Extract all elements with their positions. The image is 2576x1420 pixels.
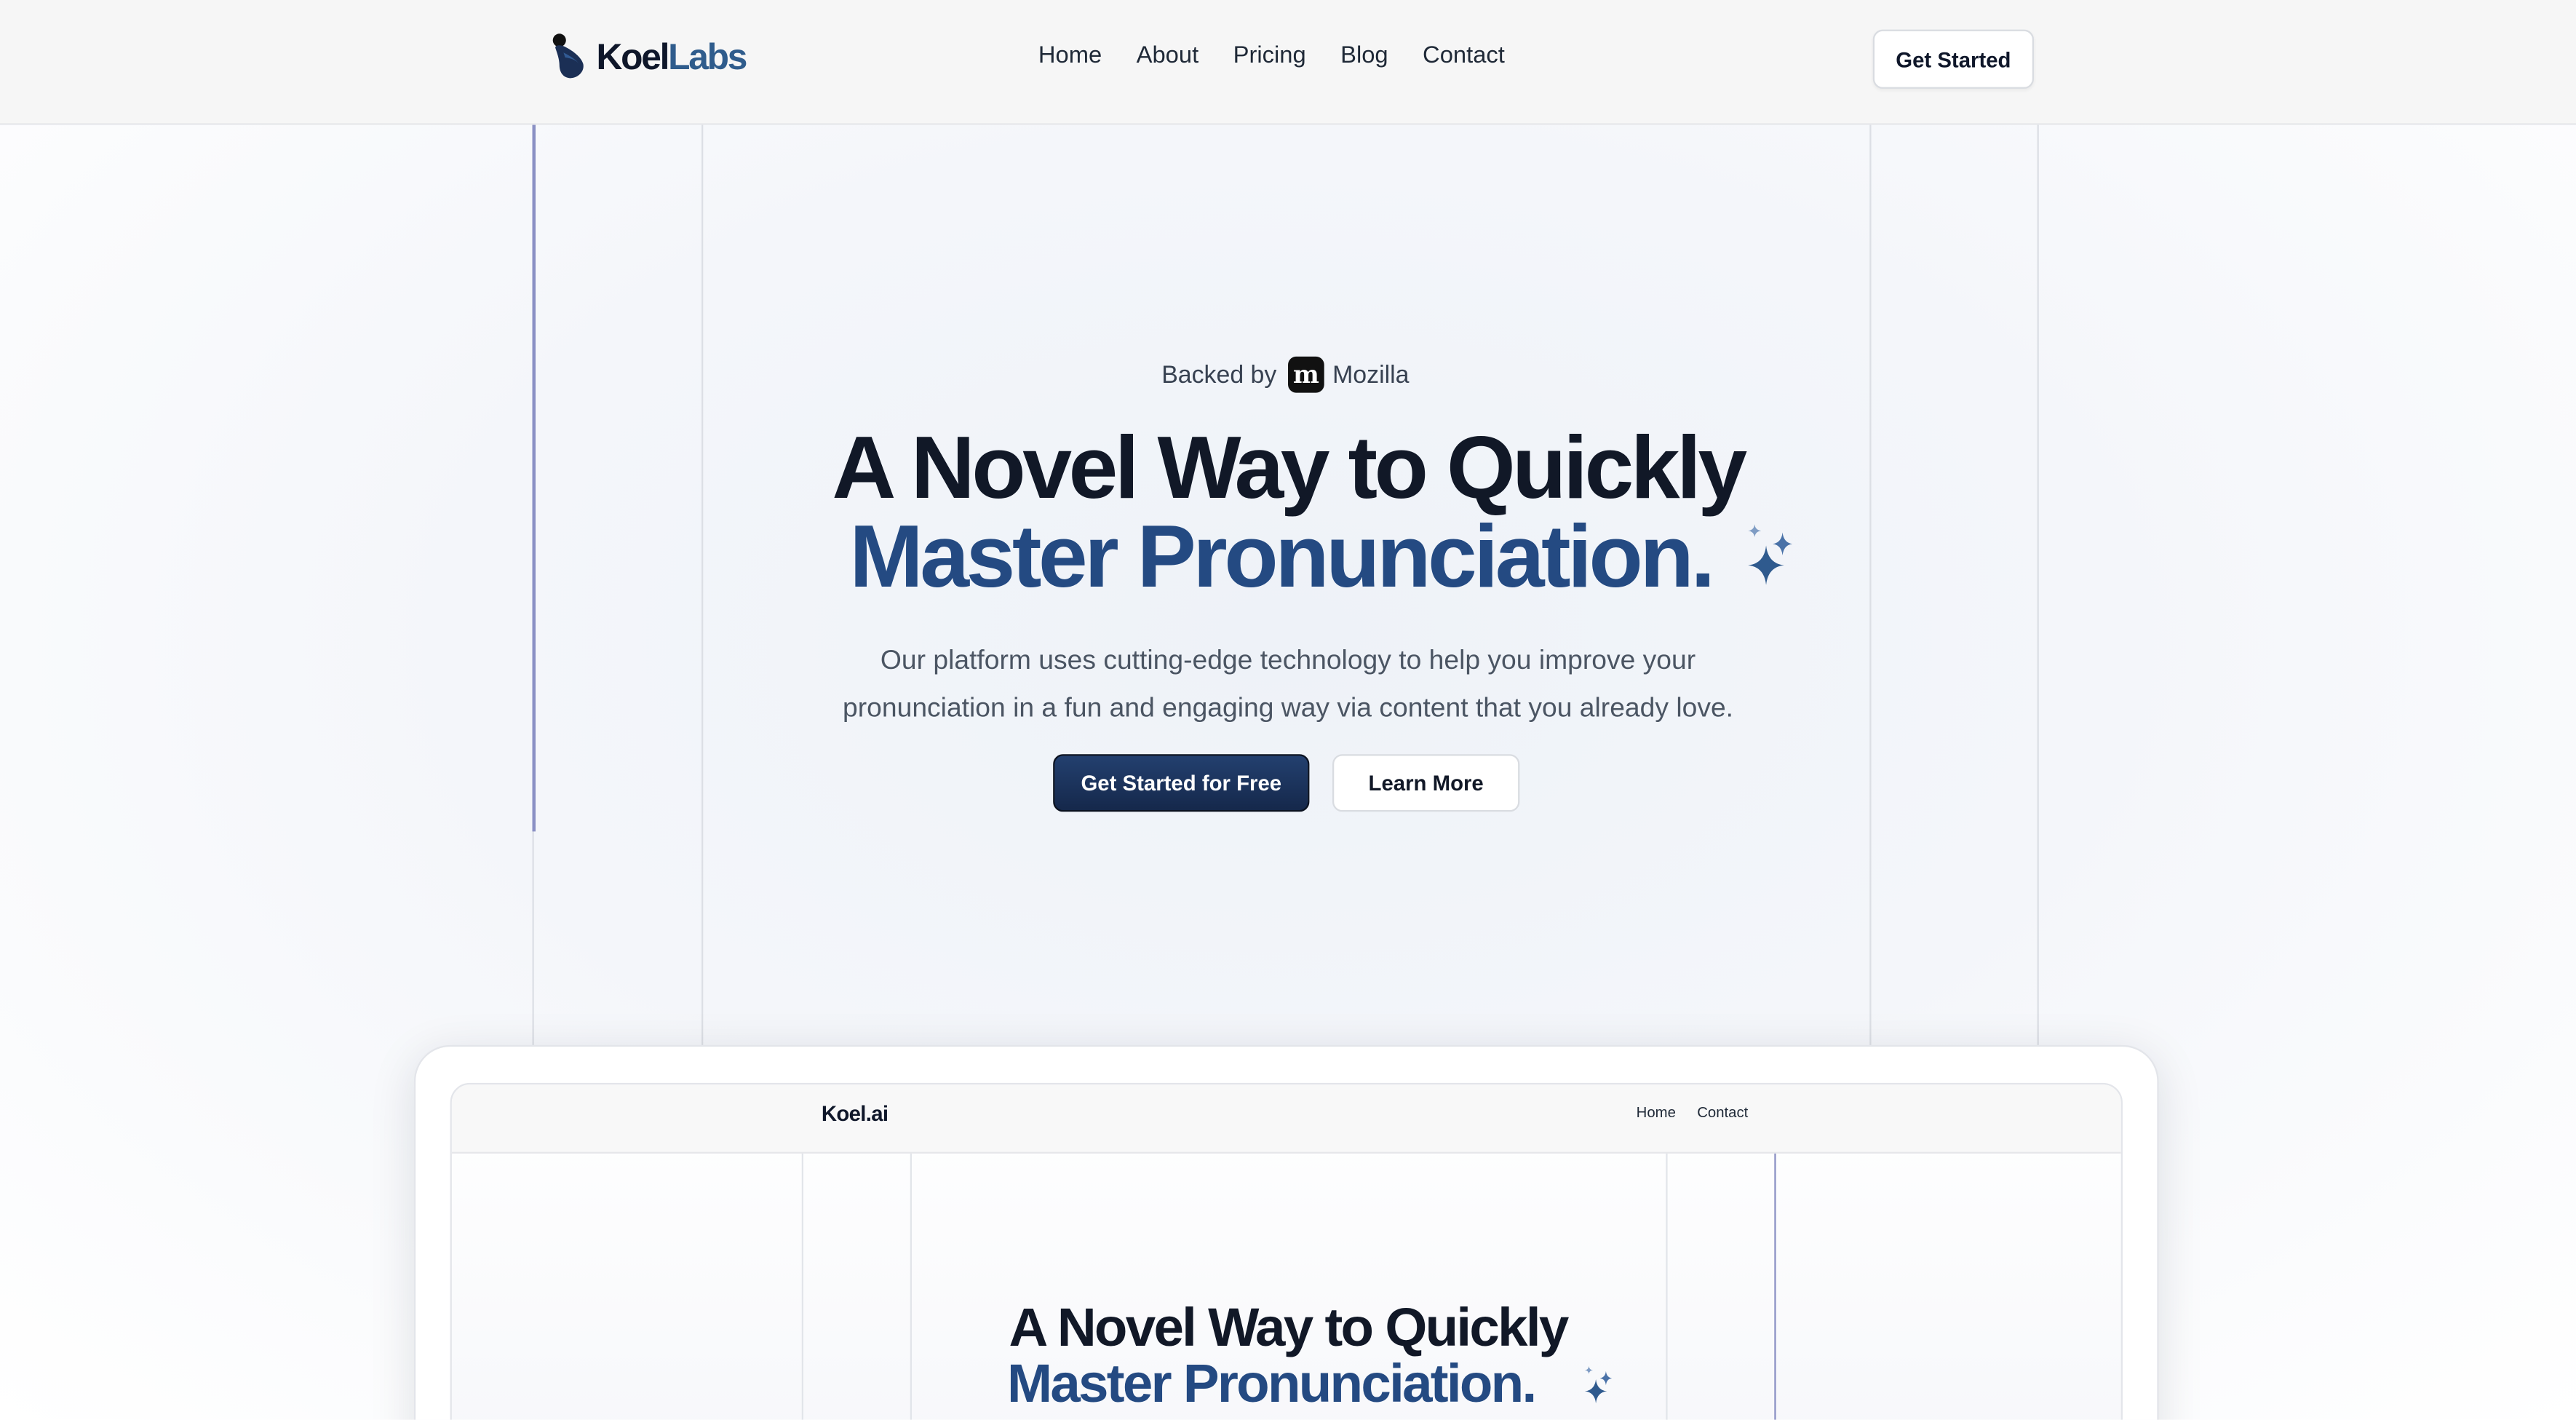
nav-link-about[interactable]: About (1137, 43, 1199, 69)
preview-navbar: Koel.ai Home Contact (451, 1084, 2121, 1154)
grid-line (701, 124, 704, 1045)
preview-brand: Koel.ai (821, 1100, 889, 1126)
nav-link-pricing[interactable]: Pricing (1233, 43, 1306, 69)
preview-nav-home: Home (1636, 1104, 1676, 1121)
preview-nav: Home Contact (1637, 1104, 1749, 1121)
nav-link-blog[interactable]: Blog (1340, 43, 1388, 69)
preview-nav-contact: Contact (1697, 1104, 1749, 1121)
hero-description: Our platform uses cutting-edge technolog… (0, 638, 2576, 731)
brand[interactable]: KoelLabs (549, 33, 748, 82)
preview-grid-line (801, 1153, 804, 1420)
hero-description-line2: pronunciation in a fun and engaging way … (843, 692, 1734, 723)
grid-line (2037, 124, 2039, 1045)
hero-title-line2: Master Pronunciation. (849, 507, 1715, 607)
koel-logo-icon (552, 33, 584, 79)
preview-title-line2: Master Pronunciation. (1006, 1352, 1537, 1413)
badge-name: Mozilla (1332, 360, 1410, 389)
preview-sparkles-icon (1584, 1366, 1613, 1404)
nav-link-home[interactable]: Home (1038, 43, 1102, 69)
preview-grid-line (1666, 1153, 1668, 1420)
badge-prefix: Backed by (1161, 360, 1277, 389)
preview-title-line1: A Novel Way to Quickly (1009, 1296, 1570, 1357)
sparkles-icon (1748, 524, 1793, 585)
preview-grid-line-accent (1774, 1153, 1776, 1420)
top-navbar: KoelLabs Home About Pricing Blog Contact… (0, 0, 2576, 125)
get-started-free-button[interactable]: Get Started for Free (1053, 754, 1310, 812)
learn-more-button[interactable]: Learn More (1332, 754, 1520, 812)
nav-link-contact[interactable]: Contact (1423, 43, 1505, 69)
hero-description-line1: Our platform uses cutting-edge technolog… (880, 646, 1696, 675)
preview-grid-line (910, 1153, 913, 1420)
get-started-button[interactable]: Get Started (1872, 29, 2035, 89)
hero-title-line1: A Novel Way to Quickly (832, 419, 1747, 518)
main-nav: Home About Pricing Blog Contact (1038, 43, 1505, 69)
backed-by-badge[interactable]: Backed by m Mozilla (1161, 356, 1410, 393)
grid-line (1869, 124, 1872, 1045)
brand-name: KoelLabs (596, 36, 748, 78)
preview-screen: Koel.ai Home Contact A Novel Way to Quic… (450, 1082, 2123, 1420)
mozilla-logo-icon: m (1288, 356, 1324, 393)
page-root: KoelLabs Home About Pricing Blog Contact… (0, 0, 2576, 1420)
